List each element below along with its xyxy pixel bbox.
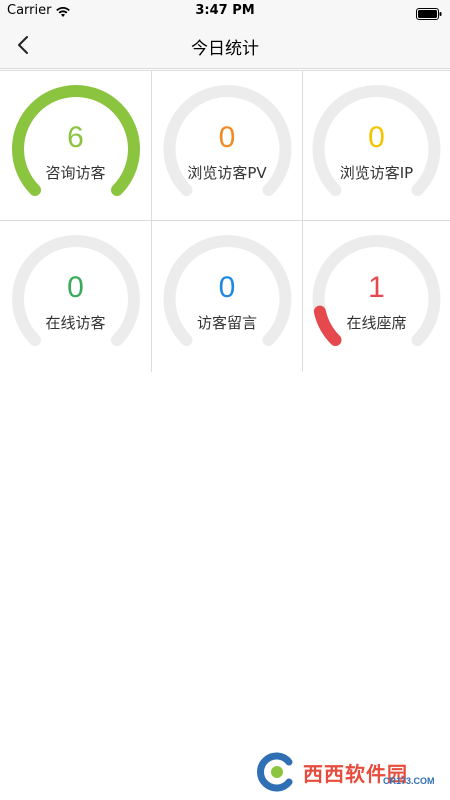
stat-value: 1 (368, 271, 385, 304)
page-title: 今日统计 (191, 39, 259, 59)
stat-card-ip-visitors[interactable]: 0 浏览访客IP (303, 71, 450, 221)
stat-label: 浏览访客PV (187, 164, 267, 182)
stats-grid: 6 咨询访客 0 浏览访客PV 0 浏览访客IP 0 在线访客 0 访客留言 1… (0, 70, 450, 372)
watermark-logo-icon (257, 752, 293, 792)
stat-card-visitor-messages[interactable]: 0 访客留言 (152, 221, 303, 372)
stat-card-online-agents[interactable]: 1 在线座席 (303, 221, 450, 372)
watermark-subtext: CR173.COM (383, 776, 435, 786)
stat-card-pv-visitors[interactable]: 0 浏览访客PV (152, 71, 303, 221)
stat-label: 在线座席 (346, 314, 407, 332)
stat-label: 浏览访客IP (339, 164, 414, 182)
stat-value: 0 (368, 121, 385, 154)
stat-label: 在线访客 (45, 314, 106, 332)
stat-value: 6 (67, 121, 84, 154)
clock: 3:47 PM (195, 3, 255, 18)
stat-value: 0 (218, 121, 236, 154)
watermark-logo: 西西软件园 CR173.COM (255, 752, 435, 792)
status-bar: Carrier 3:47 PM (0, 0, 450, 22)
navigation-bar: 今日统计 (0, 22, 450, 69)
stat-value: 0 (67, 271, 84, 304)
stat-value: 0 (218, 271, 236, 304)
stat-label: 访客留言 (196, 314, 257, 332)
stat-card-online-visitors[interactable]: 0 在线访客 (0, 221, 152, 372)
stat-card-consult-visitors[interactable]: 6 咨询访客 (0, 71, 152, 221)
stat-label: 咨询访客 (45, 164, 106, 182)
